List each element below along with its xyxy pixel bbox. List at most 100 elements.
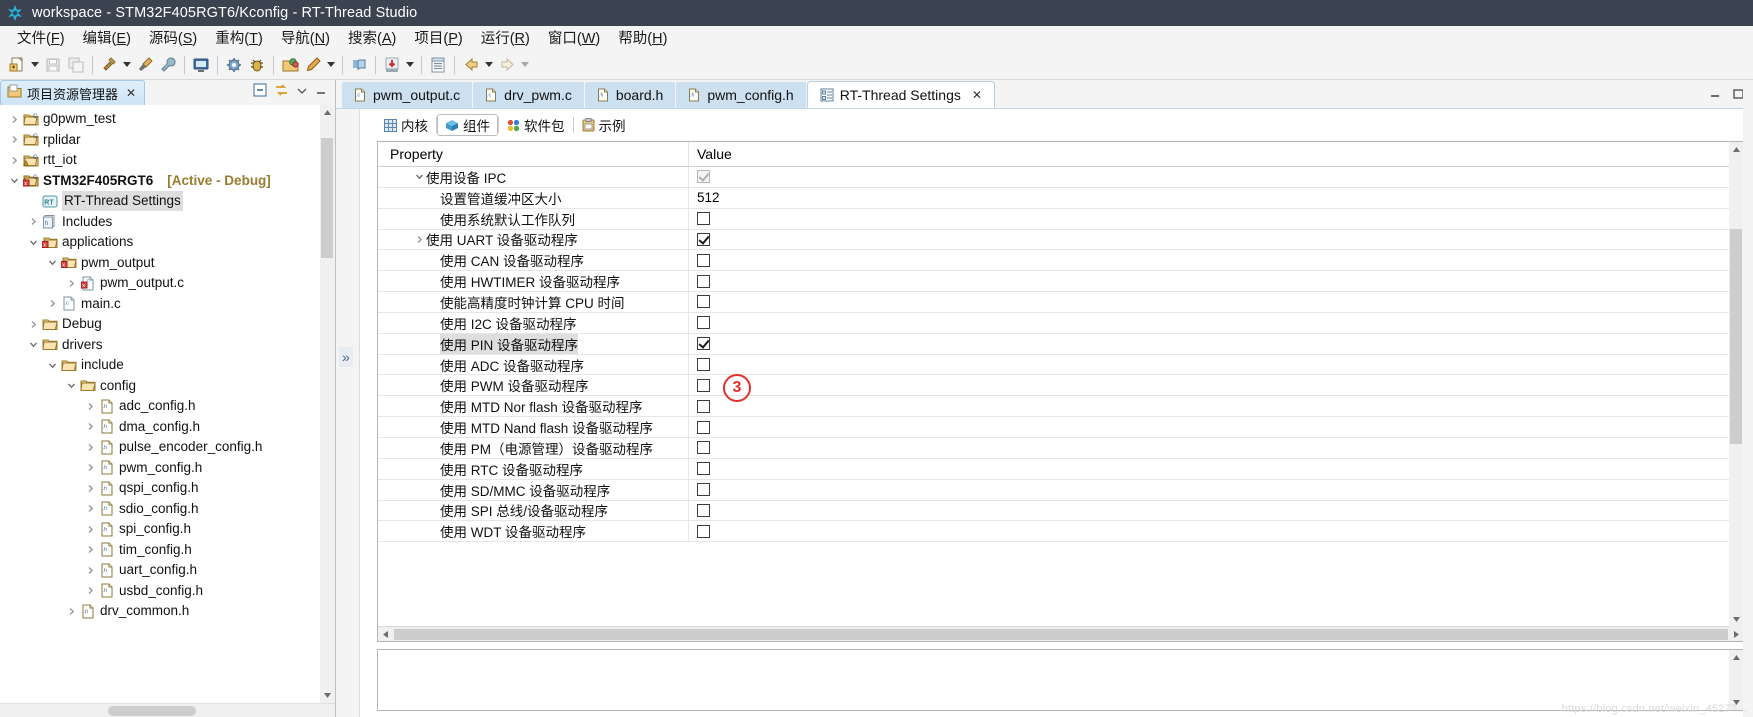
tree-item-drivers[interactable]: drivers bbox=[0, 335, 335, 356]
new-file-icon[interactable] bbox=[6, 54, 28, 76]
property-checkbox[interactable] bbox=[697, 441, 710, 455]
tree-item-include[interactable]: include bbox=[0, 355, 335, 376]
property-checkbox[interactable] bbox=[697, 462, 710, 476]
tree-item-stm32f405rgt6[interactable]: x C STM32F405RGT6 [Active - Debug] bbox=[0, 171, 335, 192]
explorer-scroll-thumb[interactable] bbox=[321, 138, 333, 258]
property-row[interactable]: 使用系统默认工作队列 bbox=[378, 208, 1744, 230]
tree-item-tim-config-h[interactable]: .h tim_config.h bbox=[0, 540, 335, 561]
chevron-right-icon[interactable] bbox=[82, 463, 98, 472]
property-row[interactable]: 使用 WDT 设备驱动程序 bbox=[378, 521, 1744, 543]
chevron-right-icon[interactable] bbox=[6, 115, 22, 124]
chevron-right-icon[interactable] bbox=[82, 545, 98, 554]
description-vertical-scrollbar[interactable] bbox=[1729, 650, 1744, 710]
property-row[interactable]: 设置管道缓冲区大小 512 bbox=[378, 187, 1744, 209]
explorer-vertical-scrollbar[interactable] bbox=[320, 105, 335, 703]
tree-item-main-c[interactable]: .c main.c bbox=[0, 294, 335, 315]
forward-dropdown-arrow[interactable] bbox=[519, 55, 531, 75]
property-value-cell[interactable] bbox=[688, 479, 1744, 500]
save-icon[interactable] bbox=[42, 54, 64, 76]
chevron-right-icon[interactable] bbox=[63, 607, 79, 616]
editor-tab-board-h[interactable]: .h board.h bbox=[584, 82, 676, 108]
property-checkbox[interactable] bbox=[697, 232, 710, 246]
menu-source[interactable]: 源码(S) bbox=[140, 25, 206, 50]
menu-window[interactable]: 窗口(W) bbox=[539, 25, 609, 50]
chevron-right-icon[interactable] bbox=[63, 279, 79, 288]
tree-item-rt-thread-settings[interactable]: RT RT-Thread Settings bbox=[0, 191, 335, 212]
hscroll-right-icon[interactable] bbox=[1729, 627, 1744, 642]
tree-item-pwm-output[interactable]: x pwm_output bbox=[0, 253, 335, 274]
property-row[interactable]: 使用 RTC 设备驱动程序 bbox=[378, 458, 1744, 480]
open-package-icon[interactable] bbox=[279, 54, 301, 76]
property-value-cell[interactable] bbox=[688, 417, 1744, 437]
build-hammer-icon[interactable] bbox=[98, 54, 120, 76]
chevron-right-icon[interactable] bbox=[82, 566, 98, 575]
chevron-right-icon[interactable] bbox=[82, 525, 98, 534]
property-checkbox[interactable] bbox=[697, 253, 710, 267]
property-value-cell[interactable] bbox=[688, 229, 1744, 250]
property-row[interactable]: 使用 PWM 设备驱动程序 bbox=[378, 375, 1744, 397]
property-value-cell[interactable] bbox=[688, 312, 1744, 333]
property-horizontal-scrollbar[interactable] bbox=[378, 626, 1744, 641]
tree-item-spi-config-h[interactable]: .h spi_config.h bbox=[0, 519, 335, 540]
tree-item-includes[interactable]: h Includes bbox=[0, 212, 335, 233]
hscroll-left-icon[interactable] bbox=[378, 627, 393, 642]
property-vertical-scrollbar[interactable] bbox=[1729, 142, 1744, 627]
tree-item-qspi-config-h[interactable]: .h qspi_config.h bbox=[0, 478, 335, 499]
tree-item-g0pwm-test[interactable]: Cg0pwm_test bbox=[0, 109, 335, 130]
property-checkbox[interactable] bbox=[697, 483, 710, 497]
prop-scroll-track[interactable] bbox=[1729, 157, 1744, 612]
tree-item-dma-config-h[interactable]: .h dma_config.h bbox=[0, 417, 335, 438]
link-with-editor-icon[interactable] bbox=[274, 83, 289, 102]
menu-refactor[interactable]: 重构(T) bbox=[206, 25, 272, 50]
property-row[interactable]: 使能高精度时钟计算 CPU 时间 bbox=[378, 292, 1744, 313]
debug-bug-icon[interactable] bbox=[246, 54, 268, 76]
forward-arrow-icon[interactable] bbox=[496, 54, 518, 76]
tree-item-usbd-config-h[interactable]: .h usbd_config.h bbox=[0, 581, 335, 602]
property-hscroll-thumb[interactable] bbox=[394, 629, 1728, 640]
property-value-cell[interactable] bbox=[688, 250, 1744, 271]
settings-tab-示例[interactable]: 示例 bbox=[574, 114, 634, 136]
chevron-down-icon[interactable] bbox=[25, 340, 41, 349]
explorer-hscroll-thumb[interactable] bbox=[108, 706, 196, 716]
chevron-right-icon[interactable] bbox=[82, 504, 98, 513]
chevron-down-icon[interactable] bbox=[412, 172, 426, 181]
property-value-cell[interactable] bbox=[688, 208, 1744, 229]
scroll-down-icon[interactable] bbox=[320, 688, 335, 703]
tree-item-rplidar[interactable]: Crplidar bbox=[0, 130, 335, 151]
property-row[interactable]: 使用 CAN 设备驱动程序 bbox=[378, 250, 1744, 272]
chevron-down-icon[interactable] bbox=[63, 381, 79, 390]
editor-tab-drv-pwm-c[interactable]: .c drv_pwm.c bbox=[473, 82, 584, 108]
property-checkbox[interactable] bbox=[697, 212, 710, 226]
property-row[interactable]: 使用 PM（电源管理）设备驱动程序 bbox=[378, 437, 1744, 459]
tree-item-applications[interactable]: x applications bbox=[0, 232, 335, 253]
property-value-cell[interactable] bbox=[688, 292, 1744, 312]
chevron-right-icon[interactable] bbox=[25, 320, 41, 329]
chevron-right-icon[interactable] bbox=[6, 135, 22, 144]
view-menu-icon[interactable] bbox=[296, 84, 308, 102]
property-value-cell[interactable] bbox=[688, 354, 1744, 375]
back-dropdown-arrow[interactable] bbox=[483, 55, 495, 75]
minimize-icon[interactable] bbox=[1709, 87, 1722, 105]
desc-scroll-up-icon[interactable] bbox=[1729, 650, 1744, 665]
property-row[interactable]: 使用 ADC 设备驱动程序 bbox=[378, 354, 1744, 376]
chevron-right-icon[interactable] bbox=[412, 235, 426, 244]
editor-tab-rt-thread-settings[interactable]: RT-Thread Settings ✕ bbox=[806, 81, 995, 108]
prop-scroll-thumb[interactable] bbox=[1730, 229, 1742, 444]
property-checkbox[interactable] bbox=[697, 295, 710, 309]
collapse-all-icon[interactable] bbox=[253, 83, 267, 102]
flash-pen-icon[interactable] bbox=[302, 54, 324, 76]
register-view-icon[interactable] bbox=[427, 54, 449, 76]
property-row[interactable]: 使用 HWTIMER 设备驱动程序 bbox=[378, 271, 1744, 293]
back-arrow-icon[interactable] bbox=[460, 54, 482, 76]
property-checkbox[interactable] bbox=[697, 337, 710, 351]
download-icon[interactable] bbox=[381, 54, 403, 76]
property-checkbox[interactable] bbox=[697, 524, 710, 538]
tree-item-rtt-iot[interactable]: Crtt_iot bbox=[0, 150, 335, 171]
settings-tab-内核[interactable]: 内核 bbox=[376, 114, 436, 136]
chevron-right-icon[interactable] bbox=[82, 422, 98, 431]
book-icon[interactable] bbox=[348, 54, 370, 76]
close-icon[interactable]: ✕ bbox=[126, 86, 136, 100]
chevron-right-icon[interactable] bbox=[82, 402, 98, 411]
explorer-horizontal-scrollbar[interactable] bbox=[0, 703, 335, 717]
terminal-icon[interactable] bbox=[190, 54, 212, 76]
